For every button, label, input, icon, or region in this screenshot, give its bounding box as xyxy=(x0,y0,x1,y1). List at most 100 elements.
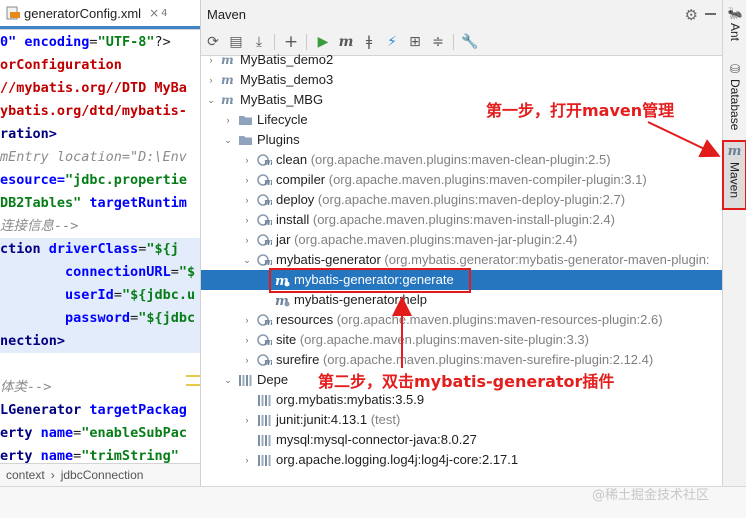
warning-marker xyxy=(186,375,200,377)
ant-tab-label: Ant xyxy=(728,23,742,42)
database-tool-tab[interactable]: ⛁ Database xyxy=(723,62,746,134)
chevron-right-icon[interactable]: › xyxy=(242,310,252,330)
code-line: mEntry location="D:\Env xyxy=(0,146,200,169)
tree-row-surefire[interactable]: › m surefire (org.apache.maven.plugins:mav… xyxy=(201,350,722,370)
chevron-right-icon[interactable]: › xyxy=(242,230,252,250)
code-area[interactable]: 0" encoding="UTF-8"?> orConfiguration//my… xyxy=(0,29,200,464)
code-token: //mybatis.org//DTD MyBa xyxy=(0,80,187,96)
toolbar-separator xyxy=(306,34,307,50)
code-token: nection> xyxy=(0,333,66,349)
editor-tab-title: generatorConfig.xml xyxy=(24,5,142,21)
chevron-right-icon[interactable]: › xyxy=(206,70,216,90)
folder-icon xyxy=(238,113,253,127)
tree-node-name: site xyxy=(276,332,297,347)
tree-row-mybatis-demo3[interactable]: › m MyBatis_demo3 xyxy=(201,70,722,90)
chevron-right-icon[interactable]: › xyxy=(242,350,252,370)
chevron-right-icon[interactable]: › xyxy=(242,410,252,430)
code-token: 体类--> xyxy=(0,379,52,395)
tree-row-resources[interactable]: › m resources (org.apache.maven.plugins:ma… xyxy=(201,310,722,330)
minimize-icon[interactable] xyxy=(705,13,716,15)
code-token: targetPackag xyxy=(89,402,187,418)
maven-tool-tab[interactable]: m Maven xyxy=(722,140,746,210)
chevron-down-icon[interactable]: ⌄ xyxy=(223,370,233,390)
maven-plugin-icon: m xyxy=(257,233,274,248)
tree-row-mysql-mysql-connector-java-8-0-27[interactable]: mysql:mysql-connector-java:8.0.27 xyxy=(201,430,722,450)
code-token: DB2Tables" xyxy=(0,195,90,211)
tree-node-name: MyBatis_demo2 xyxy=(240,52,334,67)
code-token: ration> xyxy=(0,126,57,142)
tree-row-site[interactable]: ›msite (org.apache.maven.plugins:maven-s… xyxy=(201,330,722,350)
tree-row-label: Lifecycle xyxy=(257,110,308,130)
code-line: esource="jdbc.propertie xyxy=(0,169,200,192)
tree-row-org-mybatis-mybatis-3-5-9[interactable]: org.mybatis:mybatis:3.5.9 xyxy=(201,390,722,410)
tree-row-mybatis-demo2[interactable]: › m MyBatis_demo2 xyxy=(201,50,722,70)
watermark: @稀土掘金技术社区 xyxy=(592,488,710,503)
chevron-right-icon[interactable]: › xyxy=(242,450,252,470)
code-token: encoding xyxy=(24,34,90,50)
maven-tab-label: Maven xyxy=(727,162,742,199)
close-icon[interactable]: × xyxy=(149,6,159,20)
editor-tab-generatorconfig[interactable]: generatorConfig.xml × 4 xyxy=(0,0,200,29)
tree-node-coordinates: (org.apache.maven.plugins:maven-compiler… xyxy=(325,172,647,187)
tree-row-label: mybatis-generator (org.mybatis.generator… xyxy=(276,250,710,270)
chevron-right-icon[interactable]: › xyxy=(242,150,252,170)
chevron-right-icon[interactable]: › xyxy=(242,330,252,350)
tree-row-deploy[interactable]: ›mdeploy (org.apache.maven.plugins:maven… xyxy=(201,190,722,210)
maven-project-icon: m xyxy=(221,73,234,87)
svg-text:m: m xyxy=(264,358,272,367)
tree-row-label: junit:junit:4.13.1 (test) xyxy=(276,410,400,430)
code-line: //mybatis.org//DTD MyBa xyxy=(0,77,200,100)
code-token: "${j xyxy=(146,241,179,257)
tree-row-install[interactable]: › m install (org.apache.maven.plugins:mave… xyxy=(201,210,722,230)
xml-file-icon xyxy=(6,6,20,20)
tree-row-clean[interactable]: ›mclean (org.apache.maven.plugins:maven-… xyxy=(201,150,722,170)
code-line: orConfiguration xyxy=(0,54,200,77)
tree-row-mybatis-generator[interactable]: ⌄ m mybatis-generator (org.mybatis.generat… xyxy=(201,250,722,270)
tree-row-label: MyBatis_MBG xyxy=(240,90,323,110)
maven-header: Maven ⚙ xyxy=(201,0,722,29)
code-token: = xyxy=(130,310,139,326)
chevron-down-icon[interactable]: ⌄ xyxy=(242,250,252,270)
maven-plugin-icon: m xyxy=(257,353,274,368)
tree-row-label: MyBatis_demo2 xyxy=(240,50,333,70)
tree-node-name: clean xyxy=(276,152,308,167)
ant-icon: 🐜 xyxy=(727,6,743,20)
tree-node-name: junit:junit:4.13.1 xyxy=(276,412,368,427)
tree-row-label: resources (org.apache.maven.plugins:mave… xyxy=(276,310,663,330)
tree-node-name: Lifecycle xyxy=(257,112,308,127)
tree-row-label: org.mybatis:mybatis:3.5.9 xyxy=(276,390,424,410)
tree-row-label: Plugins xyxy=(257,130,300,150)
tree-row-label: mybatis-generator:help xyxy=(294,290,427,310)
code-token: connectionURL xyxy=(65,264,171,280)
maven-tool-window: Maven ⚙ ⟳ ▤ ⤓ + ▶ m ǂ ⚡ ⊞ ≑ 🔧 › m MyBatis_… xyxy=(201,0,722,486)
tree-row-mybatis-generator-help[interactable]: m mybatis-generator:help xyxy=(201,290,722,310)
tree-row-junit-junit-4-13-1[interactable]: › junit:junit:4.13.1 (test) xyxy=(201,410,722,430)
tree-row-label: install (org.apache.maven.plugins:maven-… xyxy=(276,210,615,230)
tree-row-compiler[interactable]: › m compiler (org.apache.maven.plugins:mav… xyxy=(201,170,722,190)
editor-tabbar: generatorConfig.xml × 4 xyxy=(0,0,200,30)
chevron-right-icon[interactable]: › xyxy=(242,170,252,190)
chevron-right-icon[interactable]: › xyxy=(242,210,252,230)
toolbar-separator xyxy=(453,34,454,50)
ant-tool-tab[interactable]: 🐜 Ant xyxy=(723,6,746,46)
chevron-right-icon[interactable]: › xyxy=(242,190,252,210)
chevron-down-icon[interactable]: ⌄ xyxy=(206,90,216,110)
breadcrumb-item-jdbcconnection[interactable]: jdbcConnection xyxy=(61,468,144,482)
chevron-down-icon[interactable]: ⌄ xyxy=(223,130,233,150)
tree-row-org-apache-logging-log4j-log4j-core-2-17-1[interactable]: › org.apache.logging.log4j:log4j-core:2.1… xyxy=(201,450,722,470)
gear-icon[interactable]: ⚙ xyxy=(685,6,698,24)
toolbar-separator xyxy=(274,34,275,50)
code-token: "jdbc.propertie xyxy=(65,172,187,188)
code-token: "$ xyxy=(178,264,196,280)
code-token: userId xyxy=(65,287,114,303)
code-line: userId="${jdbc.u xyxy=(0,284,200,307)
maven-plugin-icon: m xyxy=(257,253,274,268)
tree-node-name: Depe xyxy=(257,372,289,387)
code-line: ration> xyxy=(0,123,200,146)
breadcrumb-item-context[interactable]: context xyxy=(6,468,45,482)
chevron-right-icon[interactable]: › xyxy=(206,50,216,70)
tree-node-name: mysql:mysql-connector-java:8.0.27 xyxy=(276,432,477,447)
tree-row-plugins[interactable]: ⌄ Plugins xyxy=(201,130,722,150)
tree-row-jar[interactable]: ›mjar (org.apache.maven.plugins:maven-ja… xyxy=(201,230,722,250)
chevron-right-icon[interactable]: › xyxy=(223,110,233,130)
